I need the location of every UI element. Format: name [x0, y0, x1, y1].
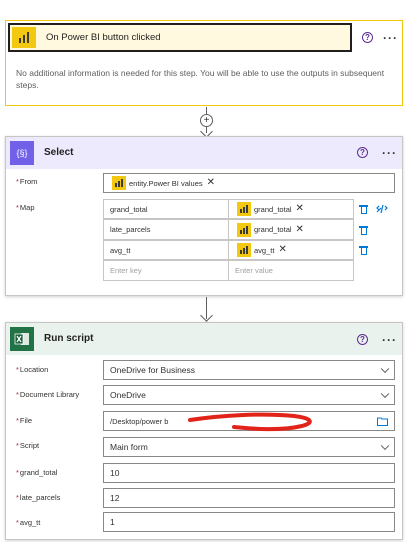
remove-token-icon[interactable]: ✕ — [207, 178, 215, 188]
trigger-title: On Power BI button clicked — [46, 32, 161, 43]
power-bi-icon — [12, 27, 36, 48]
delete-row-icon[interactable] — [359, 204, 368, 214]
remove-token-icon[interactable]: ✕ — [296, 204, 304, 214]
trigger-info-text: No additional information is needed for … — [16, 68, 385, 90]
file-label: *File — [16, 416, 33, 425]
help-icon[interactable]: ? — [357, 147, 368, 158]
document-library-label: *Document Library — [16, 390, 80, 399]
grand-total-label: *grand_total — [16, 468, 58, 477]
dynamic-content-token[interactable]: grand_total ✕ — [237, 202, 304, 216]
chevron-down-icon — [380, 389, 390, 399]
folder-icon[interactable] — [377, 417, 388, 426]
map-value-input[interactable]: grand_total ✕ — [228, 199, 354, 219]
power-bi-icon — [237, 243, 251, 257]
map-key-input[interactable]: grand_total — [103, 199, 229, 219]
map-value-input[interactable]: grand_total ✕ — [228, 219, 354, 240]
power-bi-icon — [237, 202, 251, 216]
grand-total-input[interactable]: 10 — [103, 463, 395, 483]
run-script-card[interactable]: Run script ? ··· *Location OneDrive for … — [5, 322, 403, 540]
select-title: Select — [44, 147, 74, 158]
avg-tt-label: *avg_tt — [16, 518, 41, 527]
map-label: *Map — [16, 203, 35, 212]
data-operation-icon: {§} — [10, 141, 34, 165]
dynamic-content-token[interactable]: grand_total ✕ — [237, 222, 304, 237]
help-icon[interactable]: ? — [357, 334, 368, 345]
arrow-down-icon — [200, 309, 213, 322]
file-input[interactable]: /Desktop/power b — [103, 411, 395, 432]
chevron-down-icon — [380, 441, 390, 451]
remove-token-icon[interactable]: ✕ — [296, 224, 304, 234]
map-value-input[interactable]: avg_tt ✕ — [228, 240, 354, 260]
power-bi-icon — [112, 176, 126, 190]
from-label: *From — [16, 177, 38, 186]
trigger-header[interactable]: On Power BI button clicked — [8, 23, 352, 52]
location-dropdown[interactable]: OneDrive for Business — [103, 360, 395, 380]
avg-tt-input[interactable]: 1 — [103, 512, 395, 532]
more-options-icon[interactable]: ··· — [382, 147, 397, 159]
late-parcels-input[interactable]: 12 — [103, 488, 395, 508]
new-key-input[interactable]: Enter key — [103, 260, 229, 281]
location-label: *Location — [16, 365, 49, 374]
redaction-scribble — [188, 412, 312, 432]
script-dropdown[interactable]: Main form — [103, 437, 395, 457]
script-label: *Script — [16, 441, 40, 450]
select-header[interactable]: {§} Select ? ··· — [6, 137, 402, 169]
map-key-input[interactable]: late_parcels — [103, 219, 229, 240]
new-value-input[interactable]: Enter value — [228, 260, 354, 281]
from-input[interactable]: entity.Power BI values ✕ — [103, 173, 395, 193]
remove-token-icon[interactable]: ✕ — [278, 245, 286, 255]
delete-row-icon[interactable] — [359, 225, 368, 235]
map-key-input[interactable]: avg_tt — [103, 240, 229, 260]
more-options-icon[interactable]: ··· — [382, 334, 397, 346]
excel-icon — [10, 327, 34, 351]
chevron-down-icon — [380, 364, 390, 374]
document-library-dropdown[interactable]: OneDrive — [103, 385, 395, 405]
dynamic-content-token[interactable]: entity.Power BI values ✕ — [112, 176, 215, 190]
dynamic-content-token[interactable]: avg_tt ✕ — [237, 243, 287, 257]
trigger-card[interactable]: On Power BI button clicked ? ··· No addi… — [5, 20, 403, 106]
late-parcels-label: *late_parcels — [16, 493, 61, 502]
more-options-icon[interactable]: ··· — [383, 32, 398, 44]
power-bi-icon — [237, 222, 251, 237]
run-script-header[interactable]: Run script ? ··· — [6, 323, 402, 355]
switch-to-text-mode-icon[interactable] — [376, 203, 388, 215]
help-icon[interactable]: ? — [362, 32, 373, 43]
delete-row-icon[interactable] — [359, 245, 368, 255]
select-card[interactable]: {§} Select ? ··· *From entity.Power BI v… — [5, 136, 403, 296]
run-script-title: Run script — [44, 333, 94, 344]
